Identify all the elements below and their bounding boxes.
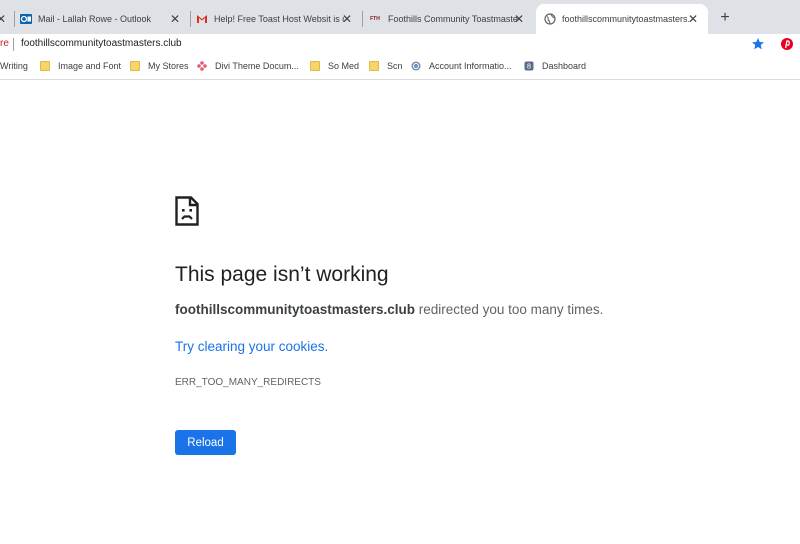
tab-outlook-mail[interactable]: Mail - Lallah Rowe - Outlook ✕ [20, 4, 190, 34]
error-message-text: redirected you too many times. [415, 302, 604, 317]
close-icon[interactable]: ✕ [0, 12, 8, 26]
tab-gmail-help[interactable]: Help! Free Toast Host Websit is d ✕ [196, 4, 362, 34]
svg-text:8: 8 [527, 63, 531, 71]
account-icon [411, 61, 421, 71]
bookmark-divi-theme[interactable]: Divi Theme Docum... [197, 61, 299, 71]
divi-icon [197, 61, 207, 71]
bookmark-label: Image and Font [58, 61, 122, 71]
bookmark-my-stores[interactable]: My Stores [130, 61, 189, 71]
security-indicator[interactable]: re [0, 38, 9, 49]
tab-title: Help! Free Toast Host Websit is d [214, 14, 344, 24]
tab-title: Foothills Community Toastmaste [388, 14, 518, 24]
pinterest-icon[interactable] [780, 36, 794, 52]
tab-title: Mail - Lallah Rowe - Outlook [38, 14, 152, 24]
close-icon[interactable]: ✕ [512, 12, 526, 26]
error-domain: foothillscommunitytoastmasters.club [175, 302, 416, 317]
bookmark-label: Writing [0, 61, 28, 71]
tab-strip: ✕ Mail - Lallah Rowe - Outlook ✕ Help! F… [0, 0, 800, 34]
folder-icon [310, 61, 320, 71]
bookmark-label: Dashboard [542, 61, 587, 71]
tab-separator [362, 11, 363, 27]
bookmark-star-icon[interactable] [751, 36, 765, 52]
bookmark-dashboard[interactable]: 8 Dashboard [524, 61, 586, 71]
close-icon[interactable]: ✕ [340, 12, 354, 26]
bookmark-label: Divi Theme Docum... [215, 61, 299, 71]
dashboard-icon: 8 [524, 61, 534, 71]
bookmark-label: My Stores [148, 61, 189, 71]
error-message: foothillscommunitytoastmasters.club redi… [175, 302, 603, 317]
tab-separator [190, 11, 191, 27]
bookmark-label: Account Informatio... [429, 61, 512, 71]
tab-separator [14, 11, 15, 27]
bookmark-so-med[interactable]: So Med [310, 61, 359, 71]
outlook-icon [20, 13, 32, 25]
gmail-icon [196, 13, 208, 25]
folder-icon [369, 61, 379, 71]
fth-icon: FTH [370, 16, 380, 22]
reload-button[interactable]: Reload [175, 430, 236, 455]
clear-cookies-link[interactable]: Try clearing your cookies. [175, 339, 328, 354]
bookmark-image-and-font[interactable]: Image and Font [40, 61, 121, 71]
tab-foothills-community[interactable]: FTH Foothills Community Toastmaste ✕ [368, 4, 534, 34]
close-icon[interactable]: ✕ [686, 12, 700, 26]
toolbar: re foothillscommunitytoastmasters.club [0, 34, 800, 56]
bookmark-scn[interactable]: Scn [369, 61, 403, 71]
close-icon[interactable]: ✕ [168, 12, 182, 26]
tab-partial[interactable]: ✕ [0, 4, 12, 34]
address-bar-url[interactable]: foothillscommunitytoastmasters.club [21, 38, 182, 49]
bookmarks-bar: Writing Image and Font My Stores Divi Th… [0, 56, 800, 80]
tab-active-foothills[interactable]: foothillscommunitytoastmasters. ✕ [536, 4, 708, 34]
tab-title: foothillscommunitytoastmasters. [562, 14, 691, 24]
omnibox-divider [13, 38, 14, 51]
bookmark-label: So Med [328, 61, 360, 71]
error-title: This page isn’t working [175, 263, 389, 286]
bookmark-writing[interactable]: Writing [0, 61, 28, 71]
error-code: ERR_TOO_MANY_REDIRECTS [175, 377, 321, 388]
bookmark-label: Scn [387, 61, 403, 71]
folder-icon [130, 61, 140, 71]
new-tab-button[interactable]: + [716, 9, 734, 27]
bookmark-account-information[interactable]: Account Informatio... [411, 61, 512, 71]
folder-icon [40, 61, 50, 71]
globe-icon [544, 13, 556, 25]
sad-page-icon [175, 196, 199, 226]
